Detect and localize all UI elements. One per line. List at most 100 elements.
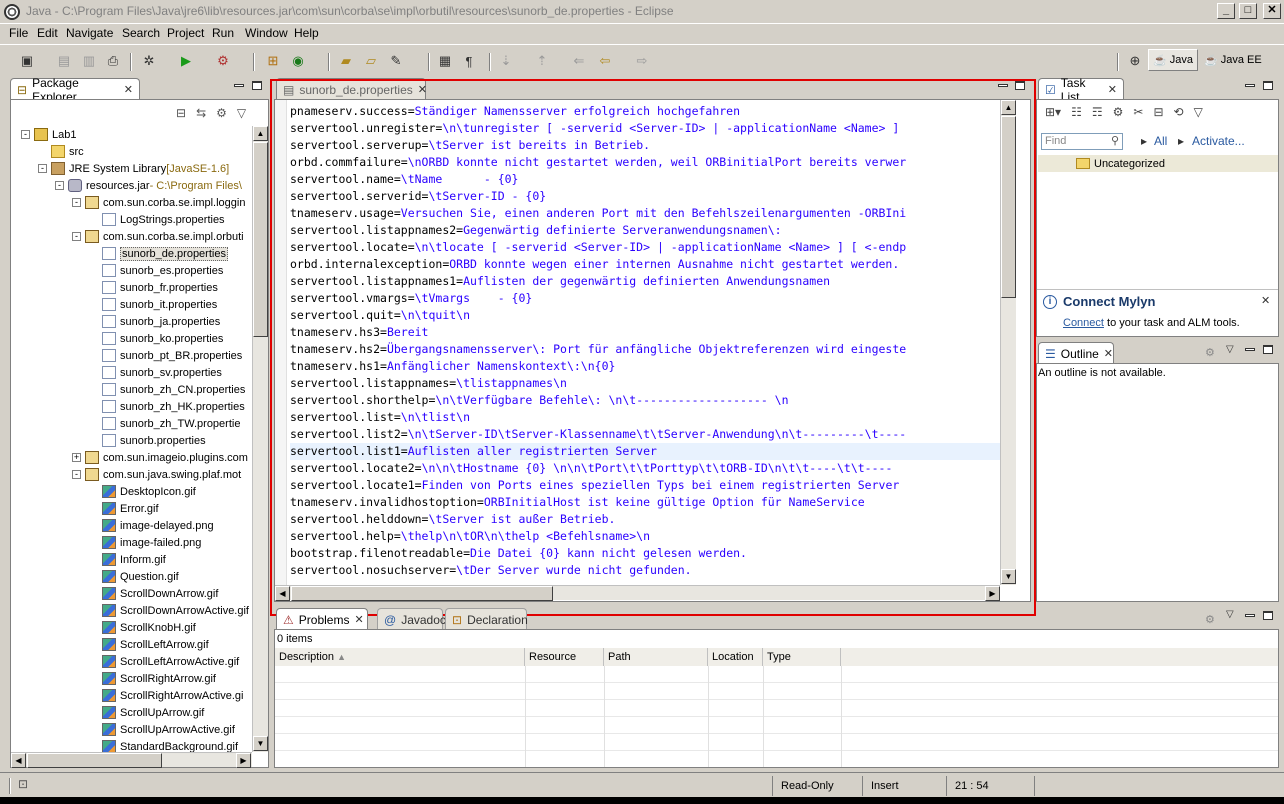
scroll-thumb[interactable] bbox=[253, 142, 268, 337]
maximize-view-button[interactable] bbox=[1263, 345, 1273, 354]
code-area[interactable]: pnameserv.success=Ständiger Namensserver… bbox=[290, 103, 1000, 583]
category-row[interactable]: Uncategorized bbox=[1038, 155, 1278, 172]
view-menu-icon[interactable]: ⚙ bbox=[1205, 613, 1215, 626]
collapse-icon[interactable]: - bbox=[38, 164, 47, 173]
maximize-button[interactable]: □ bbox=[1239, 3, 1257, 19]
close-icon[interactable]: ✕ bbox=[354, 613, 363, 626]
column-header-location[interactable]: Location bbox=[708, 648, 763, 666]
tree-item[interactable]: sunorb_es.properties bbox=[15, 262, 251, 279]
minimize-button[interactable]: _ bbox=[1217, 3, 1235, 19]
tree-item[interactable]: image-failed.png bbox=[15, 534, 251, 551]
tab-task-list[interactable]: ☑ Task List ✕ bbox=[1038, 76, 1124, 104]
scroll-right-button[interactable]: ▶ bbox=[985, 586, 1000, 601]
maximize-view-button[interactable] bbox=[252, 81, 262, 90]
tree-item[interactable]: sunorb_it.properties bbox=[15, 296, 251, 313]
view-menu-icon[interactable]: ⚙ bbox=[216, 106, 227, 122]
editor-horizontal-scrollbar[interactable]: ◀ ▶ bbox=[275, 585, 1000, 601]
last-edit-icon[interactable]: ⇐ bbox=[570, 52, 588, 70]
scroll-thumb[interactable] bbox=[291, 586, 553, 601]
activate-link[interactable]: Activate... bbox=[1192, 134, 1245, 148]
collapse-icon[interactable]: - bbox=[21, 130, 30, 139]
collapse-all-icon[interactable]: ⊟ bbox=[176, 106, 186, 122]
scroll-up-button[interactable]: ▲ bbox=[1001, 100, 1016, 115]
new-class-icon[interactable]: ◉ bbox=[289, 52, 307, 70]
forward-icon[interactable]: ⇨ bbox=[633, 52, 651, 70]
tree-item[interactable]: Question.gif bbox=[15, 568, 251, 585]
tree-item[interactable]: ScrollUpArrowActive.gif bbox=[15, 721, 251, 738]
tree-item[interactable]: sunorb_de.properties bbox=[15, 245, 251, 262]
open-perspective-icon[interactable]: ⊕ bbox=[1126, 52, 1144, 70]
external-tools-icon[interactable]: ⚙ bbox=[214, 52, 232, 70]
collapse-all-icon[interactable]: ⊟ bbox=[1153, 105, 1163, 123]
column-header-path[interactable]: Path bbox=[604, 648, 708, 666]
open-type-icon[interactable]: ▰ bbox=[337, 52, 355, 70]
link-with-editor-icon[interactable]: ⇆ bbox=[196, 106, 206, 122]
tab-problems[interactable]: ⚠ Problems ✕ bbox=[276, 608, 368, 630]
tree-item[interactable]: - com.sun.corba.se.impl.loggin bbox=[15, 194, 251, 211]
chevron-down-icon[interactable]: ▽ bbox=[237, 106, 246, 122]
menu-edit[interactable]: Edit bbox=[37, 26, 58, 40]
perspective-java-ee[interactable]: ☕ Java EE bbox=[1200, 49, 1266, 71]
close-icon[interactable]: ✕ bbox=[418, 83, 427, 96]
debug-icon[interactable]: ✲ bbox=[140, 52, 158, 70]
collapse-icon[interactable]: - bbox=[72, 470, 81, 479]
tree-item[interactable]: - Lab1 bbox=[15, 126, 251, 143]
menu-navigate[interactable]: Navigate bbox=[66, 26, 113, 40]
column-header-description[interactable]: Description ▲ bbox=[275, 648, 525, 666]
tree-item[interactable]: Error.gif bbox=[15, 500, 251, 517]
close-icon[interactable]: ✕ bbox=[124, 83, 133, 96]
minimize-view-button[interactable] bbox=[998, 84, 1008, 87]
tree-item[interactable]: DesktopIcon.gif bbox=[15, 483, 251, 500]
scroll-right-button[interactable]: ▶ bbox=[236, 753, 251, 768]
tab-javadoc[interactable]: @ Javadoc bbox=[377, 608, 446, 630]
new-icon[interactable]: ▣ bbox=[18, 52, 36, 70]
connect-link[interactable]: Connect bbox=[1063, 317, 1104, 329]
tree-item[interactable]: sunorb_zh_CN.properties bbox=[15, 381, 251, 398]
close-button[interactable]: ✕ bbox=[1263, 3, 1281, 19]
tree-item[interactable]: sunorb_ko.properties bbox=[15, 330, 251, 347]
search-icon[interactable]: ⚲ bbox=[1111, 134, 1119, 149]
tab-package-explorer[interactable]: ⊟ Package Explorer ✕ bbox=[10, 76, 140, 104]
tree-item[interactable]: sunorb_sv.properties bbox=[15, 364, 251, 381]
menu-project[interactable]: Project bbox=[167, 26, 204, 40]
focus-icon[interactable]: ⚙ bbox=[1113, 105, 1124, 123]
minimize-view-button[interactable] bbox=[234, 84, 244, 87]
view-menu-icon[interactable]: ⚙ bbox=[1205, 346, 1215, 359]
tree-item[interactable]: image-delayed.png bbox=[15, 517, 251, 534]
column-header-resource[interactable]: Resource bbox=[525, 648, 604, 666]
save-icon[interactable]: ▤ bbox=[55, 52, 73, 70]
open-folder-icon[interactable]: ▱ bbox=[362, 52, 380, 70]
tree-item[interactable]: sunorb_zh_TW.propertie bbox=[15, 415, 251, 432]
menu-run[interactable]: Run bbox=[212, 26, 234, 40]
toggle-mark-icon[interactable]: ▦ bbox=[436, 52, 454, 70]
tree-item[interactable]: sunorb_pt_BR.properties bbox=[15, 347, 251, 364]
tab-declaration[interactable]: ⊡ Declaration bbox=[445, 608, 528, 630]
synchronize-icon[interactable]: ⟲ bbox=[1174, 105, 1184, 123]
find-input[interactable]: Find ⚲ bbox=[1041, 133, 1123, 150]
tree-item[interactable]: ScrollDownArrowActive.gif bbox=[15, 602, 251, 619]
tree-vertical-scrollbar[interactable]: ▲ ▼ bbox=[252, 126, 268, 752]
tree-item[interactable]: - resources.jar - C:\Program Files\ bbox=[15, 177, 251, 194]
tree-item[interactable]: sunorb.properties bbox=[15, 432, 251, 449]
collapse-icon[interactable]: - bbox=[55, 181, 64, 190]
hide-completed-icon[interactable]: ✂ bbox=[1133, 105, 1143, 123]
perspective-java[interactable]: ☕ Java bbox=[1148, 49, 1198, 71]
minimize-view-button[interactable] bbox=[1245, 348, 1255, 351]
tree-item[interactable]: - com.sun.java.swing.plaf.mot bbox=[15, 466, 251, 483]
scroll-up-button[interactable]: ▲ bbox=[253, 126, 268, 141]
tree-item[interactable]: Inform.gif bbox=[15, 551, 251, 568]
tree-item[interactable]: - JRE System Library [JavaSE-1.6] bbox=[15, 160, 251, 177]
scroll-left-button[interactable]: ◀ bbox=[11, 753, 26, 768]
tree-item[interactable]: ScrollLeftArrow.gif bbox=[15, 636, 251, 653]
scroll-down-button[interactable]: ▼ bbox=[1001, 569, 1016, 584]
tree-item[interactable]: ScrollKnobH.gif bbox=[15, 619, 251, 636]
run-icon[interactable]: ▶ bbox=[177, 52, 195, 70]
scroll-down-button[interactable]: ▼ bbox=[253, 736, 268, 751]
chevron-down-icon[interactable]: ▽ bbox=[1226, 344, 1234, 355]
print-icon[interactable]: ⎙ bbox=[104, 52, 122, 70]
tree-item[interactable]: sunorb_zh_HK.properties bbox=[15, 398, 251, 415]
all-link[interactable]: All bbox=[1154, 134, 1167, 148]
tab-outline[interactable]: ☰ Outline ✕ bbox=[1038, 342, 1114, 364]
column-header-type[interactable]: Type bbox=[763, 648, 841, 666]
tree-item[interactable]: - com.sun.corba.se.impl.orbuti bbox=[15, 228, 251, 245]
